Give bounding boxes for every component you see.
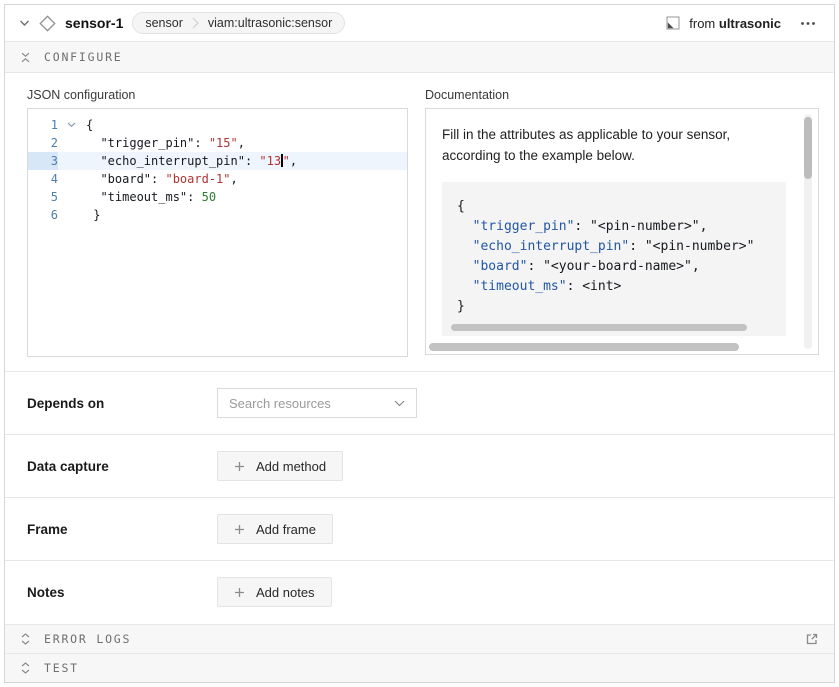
from-module-label: from ultrasonic (689, 16, 781, 31)
frame-label: Frame (27, 522, 217, 537)
select-chevron-icon (394, 400, 405, 407)
depends-on-placeholder: Search resources (229, 396, 331, 411)
documentation-code-lines: { "trigger_pin": "<pin-number>", "echo_i… (457, 197, 786, 317)
open-logs-external-icon[interactable] (805, 632, 819, 646)
editor-line[interactable]: 4 "board": "board-1", (28, 170, 407, 188)
documentation-label: Documentation (425, 88, 819, 102)
depends-on-label: Depends on (27, 396, 217, 411)
component-diamond-icon (39, 15, 56, 32)
from-prefix: from (689, 16, 715, 31)
expand-vertical-icon[interactable] (20, 633, 31, 645)
doc-code-line: "echo_interrupt_pin": "<pin-number>" (457, 237, 786, 257)
editor-line[interactable]: 5 "timeout_ms": 50 (28, 188, 407, 206)
depends-on-select[interactable]: Search resources (217, 388, 417, 418)
add-notes-label: Add notes (256, 585, 315, 600)
documentation-code-block: { "trigger_pin": "<pin-number>", "echo_i… (442, 182, 786, 336)
configure-content: JSON configuration 1{2 "trigger_pin": "1… (5, 73, 834, 624)
data-capture-row: Data capture Add method (5, 434, 834, 497)
expand-vertical-icon[interactable] (20, 662, 31, 674)
editor-line[interactable]: 6 } (28, 206, 407, 224)
add-frame-label: Add frame (256, 522, 316, 537)
doc-vscrollbar-thumb[interactable] (804, 117, 812, 179)
add-method-label: Add method (256, 459, 326, 474)
json-config-panel: JSON configuration 1{2 "trigger_pin": "1… (27, 88, 408, 357)
component-card: sensor-1 sensor viam:ultrasonic:sensor f… (4, 4, 835, 683)
plus-icon (234, 524, 245, 535)
configure-section-label: CONFIGURE (44, 50, 123, 64)
documentation-panel: Fill in the attributes as applicable to … (425, 108, 819, 355)
code-block-hscrollbar[interactable] (451, 324, 747, 331)
plus-icon (234, 587, 245, 598)
editor-line[interactable]: 1{ (28, 116, 407, 134)
editor-line[interactable]: 3 "echo_interrupt_pin": "13", (28, 152, 407, 170)
component-name: sensor-1 (65, 15, 123, 31)
depends-on-row: Depends on Search resources (5, 371, 834, 434)
doc-code-line: { (457, 197, 786, 217)
editor-line[interactable]: 2 "trigger_pin": "15", (28, 134, 407, 152)
from-module-name: ultrasonic (719, 16, 781, 31)
documentation-intro: Fill in the attributes as applicable to … (442, 125, 788, 167)
doc-code-line: "board": "<your-board-name>", (457, 257, 786, 277)
attribute-rows: Depends on Search resources Data capture… (5, 371, 834, 623)
chevron-down-icon[interactable] (19, 19, 30, 27)
add-frame-button[interactable]: Add frame (217, 514, 333, 544)
configure-section-bar[interactable]: CONFIGURE (5, 42, 834, 73)
doc-code-line: "trigger_pin": "<pin-number>", (457, 217, 786, 237)
add-notes-button[interactable]: Add notes (217, 577, 332, 607)
notes-row: Notes Add notes (5, 560, 834, 623)
badge-separator-chevron-icon (192, 17, 199, 29)
config-panels: JSON configuration 1{2 "trigger_pin": "1… (5, 73, 834, 357)
plus-icon (234, 461, 245, 472)
notes-label: Notes (27, 585, 217, 600)
doc-code-line: } (457, 297, 786, 317)
json-config-label: JSON configuration (27, 88, 408, 102)
more-menu-button[interactable] (796, 19, 820, 28)
documentation-section: Documentation Fill in the attributes as … (425, 88, 819, 357)
error-logs-label: ERROR LOGS (44, 632, 131, 646)
collapse-vertical-icon[interactable] (20, 52, 31, 63)
badge-type-label: sensor (145, 16, 183, 30)
doc-code-line: "timeout_ms": <int> (457, 277, 786, 297)
data-capture-label: Data capture (27, 459, 217, 474)
test-section-bar[interactable]: TEST (5, 653, 834, 682)
doc-vscrollbar-track[interactable] (804, 114, 812, 349)
doc-hscrollbar-thumb[interactable] (429, 343, 739, 351)
add-method-button[interactable]: Add method (217, 451, 343, 481)
component-header: sensor-1 sensor viam:ultrasonic:sensor f… (5, 5, 834, 42)
json-editor[interactable]: 1{2 "trigger_pin": "15",3 "echo_interrup… (27, 108, 408, 357)
test-label: TEST (44, 661, 79, 675)
frame-row: Frame Add frame (5, 497, 834, 560)
error-logs-section-bar[interactable]: ERROR LOGS (5, 624, 834, 653)
component-type-badge: sensor viam:ultrasonic:sensor (132, 12, 345, 34)
badge-model-label: viam:ultrasonic:sensor (208, 16, 332, 30)
module-icon (666, 16, 680, 30)
